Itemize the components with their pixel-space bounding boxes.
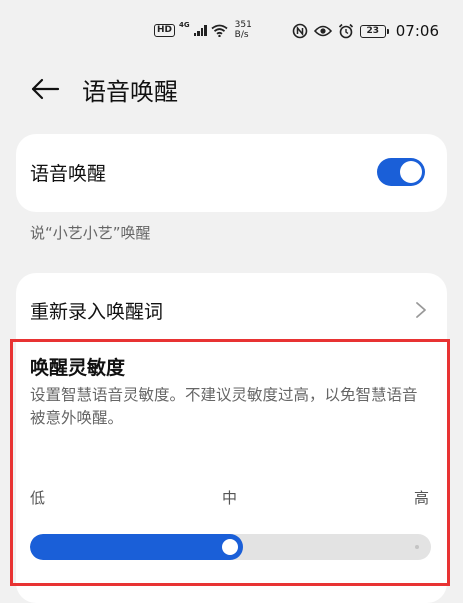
sensitivity-title: 唤醒灵敏度 (30, 357, 126, 379)
status-left: HD 4G 351 B/s (154, 20, 252, 40)
status-bar: HD 4G 351 B/s 23 07:06 (0, 0, 463, 62)
sensitivity-low-label: 低 (30, 489, 46, 507)
sensitivity-slider[interactable] (30, 534, 431, 560)
back-arrow-icon[interactable] (30, 74, 60, 104)
voice-wake-card: 语音唤醒 (16, 134, 447, 212)
hd-badge: HD (154, 23, 176, 37)
speed-value: 351 (234, 20, 252, 30)
speed-unit: B/s (234, 30, 249, 40)
chevron-right-icon[interactable] (415, 301, 427, 319)
battery-icon: 23 (359, 24, 389, 38)
wake-settings-card: 重新录入唤醒词 唤醒灵敏度 设置智慧语音灵敏度。不建议灵敏度过高，以免智慧语音被… (16, 273, 447, 603)
wifi-icon (211, 24, 228, 37)
signal-icon (193, 24, 207, 36)
network-speed: 351 B/s (235, 20, 252, 40)
nfc-icon (292, 23, 308, 39)
clock: 07:06 (395, 22, 439, 40)
alarm-icon (338, 23, 353, 39)
slider-end-dot (415, 545, 419, 549)
voice-wake-label: 语音唤醒 (30, 163, 107, 185)
voice-wake-toggle[interactable] (377, 158, 425, 186)
page-title: 语音唤醒 (82, 78, 178, 106)
sensitivity-high-label: 高 (414, 489, 430, 507)
slider-fill (30, 534, 243, 560)
re-enroll-wake-word-item[interactable]: 重新录入唤醒词 (30, 297, 163, 324)
status-right: 23 07:06 (292, 22, 439, 40)
eye-icon (313, 25, 332, 37)
wake-phrase-caption: 说“小艺小艺”唤醒 (30, 224, 151, 242)
network-type: 4G (179, 21, 190, 29)
sensitivity-mid-label: 中 (222, 489, 238, 507)
sensitivity-description: 设置智慧语音灵敏度。不建议灵敏度过高，以免智慧语音被意外唤醒。 (30, 386, 418, 427)
slider-thumb[interactable] (222, 539, 238, 555)
toggle-knob (400, 161, 422, 183)
